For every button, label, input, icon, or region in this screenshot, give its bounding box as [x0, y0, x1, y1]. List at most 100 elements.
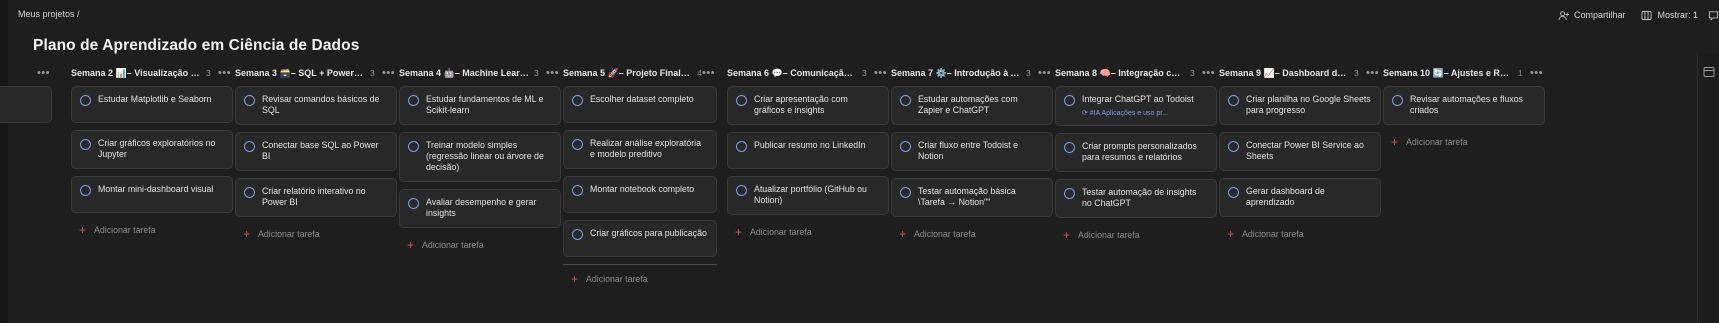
board-column: Semana 2 📊– Visualização de ... 3 ••• Estud… [71, 62, 233, 236]
add-task-button[interactable]: + Adicionar tarefa [563, 264, 717, 285]
column-more-icon[interactable]: ••• [546, 67, 559, 79]
plus-icon: + [1227, 227, 1235, 241]
task-card[interactable]: Revisar automações e fluxos criados [1383, 86, 1545, 125]
task-label-tag[interactable]: ⟳ #IA Aplicações e uso pr... [1082, 109, 1208, 117]
complete-task-checkbox[interactable] [900, 141, 911, 152]
breadcrumb[interactable]: Meus projetos / [18, 9, 80, 19]
column-header[interactable]: Semana 9 📈– Dashboard de P... 3 ••• [1219, 62, 1381, 84]
column-more-icon[interactable]: ••• [702, 67, 715, 79]
task-card[interactable]: Treinar modelo simples (regressão linear… [399, 132, 561, 182]
column-more-icon[interactable]: ••• [1530, 67, 1543, 79]
task-card[interactable]: Testar automação básica \Tarefa → Notion… [891, 178, 1053, 217]
complete-task-checkbox[interactable] [572, 95, 583, 106]
column-header[interactable]: Semana 5 🚀– Projeto Final de... 4 ••• [563, 62, 717, 84]
complete-task-checkbox[interactable] [1392, 95, 1403, 106]
task-card[interactable]: Revisar comandos básicos de SQL [235, 86, 397, 125]
complete-task-checkbox[interactable] [408, 95, 419, 106]
task-title: Gerar dashboard de aprendizado [1246, 186, 1325, 207]
board-column: Semana 6 💬– Comunicação e ... 3 ••• Criar a… [727, 62, 889, 238]
column-task-count: 1 [1518, 68, 1523, 78]
complete-task-checkbox[interactable] [408, 141, 419, 152]
complete-task-checkbox[interactable] [736, 95, 747, 106]
column-more-icon[interactable]: ••• [1202, 67, 1215, 79]
column-header[interactable]: Semana 3 🗃️– SQL + Power BI 3 ••• [235, 62, 397, 84]
task-card[interactable]: Criar apresentação com gráficos e insigh… [727, 86, 889, 125]
task-title: de [0, 94, 43, 105]
complete-task-checkbox[interactable] [244, 95, 255, 106]
task-content: Estudar Matplotlib e Seaborn [98, 94, 224, 105]
complete-task-checkbox[interactable] [80, 185, 91, 196]
panel-toggle-icon[interactable] [1703, 66, 1715, 78]
complete-task-checkbox[interactable] [1228, 141, 1239, 152]
task-card[interactable]: Publicar resumo no LinkedIn [727, 132, 889, 169]
complete-task-checkbox[interactable] [736, 141, 747, 152]
complete-task-checkbox[interactable] [80, 95, 91, 106]
board-column: Semana 10 🔄– Ajustes e Refi... 1 ••• Revisa… [1383, 62, 1545, 148]
task-card[interactable]: Avaliar desempenho e gerar insights [399, 189, 561, 228]
add-task-button[interactable]: + Adicionar tarefa [399, 235, 561, 251]
complete-task-checkbox[interactable] [736, 185, 747, 196]
column-header[interactable]: nd...1••• [0, 62, 52, 84]
plus-icon: + [407, 238, 415, 252]
show-options-button[interactable]: Mostrar: 1 [1641, 10, 1698, 21]
task-card[interactable]: Montar mini-dashboard visual [71, 176, 233, 213]
column-header[interactable]: Semana 2 📊– Visualização de ... 3 ••• [71, 62, 233, 84]
task-card[interactable]: Conectar base SQL ao Power BI [235, 132, 397, 171]
column-more-icon[interactable]: ••• [1038, 67, 1051, 79]
task-card[interactable]: Escolher dataset completo [563, 86, 717, 123]
column-more-icon[interactable]: ••• [37, 67, 50, 79]
task-card[interactable]: Estudar fundamentos de ML e Scikit-learn [399, 86, 561, 125]
complete-task-checkbox[interactable] [572, 139, 583, 150]
complete-task-checkbox[interactable] [900, 95, 911, 106]
complete-task-checkbox[interactable] [900, 187, 911, 198]
task-card[interactable]: Montar notebook completo [563, 176, 717, 213]
task-card[interactable]: Conectar Power BI Service ao Sheets [1219, 132, 1381, 171]
column-header[interactable]: Semana 8 🧠– Integração com... 3 ••• [1055, 62, 1217, 84]
task-card[interactable]: Atualizar portfólio (GitHub ou Notion) [727, 176, 889, 215]
task-card[interactable]: Criar gráficos para publicação [563, 220, 717, 257]
column-more-icon[interactable]: ••• [218, 67, 231, 79]
column-header[interactable]: Semana 6 💬– Comunicação e ... 3 ••• [727, 62, 889, 84]
complete-task-checkbox[interactable] [244, 141, 255, 152]
task-card[interactable]: de [0, 86, 52, 123]
task-title: Publicar resumo no LinkedIn [754, 140, 866, 150]
complete-task-checkbox[interactable] [1064, 188, 1075, 199]
task-card[interactable]: Testar automação de insights no ChatGPT [1055, 179, 1217, 218]
add-task-button[interactable]: + Adicionar tarefa [235, 224, 397, 240]
complete-task-checkbox[interactable] [1064, 142, 1075, 153]
column-more-icon[interactable]: ••• [874, 67, 887, 79]
complete-task-checkbox[interactable] [1228, 95, 1239, 106]
add-task-button[interactable]: + Adicionar tarefa [1383, 132, 1545, 148]
complete-task-checkbox[interactable] [408, 198, 419, 209]
complete-task-checkbox[interactable] [80, 139, 91, 150]
complete-task-checkbox[interactable] [1228, 187, 1239, 198]
add-task-button[interactable]: + Adicionar tarefa [891, 224, 1053, 240]
task-card[interactable]: Estudar automações com Zapier e ChatGPT [891, 86, 1053, 125]
task-card[interactable]: Integrar ChatGPT ao Todoist ⟳ #IA Aplicaç… [1055, 86, 1217, 126]
add-task-button[interactable]: + Adicionar tarefa [1055, 225, 1217, 241]
task-content: Estudar automações com Zapier e ChatGPT [918, 94, 1044, 116]
task-card[interactable]: Realizar análise exploratória e modelo p… [563, 130, 717, 169]
column-more-icon[interactable]: ••• [382, 67, 395, 79]
complete-task-checkbox[interactable] [1064, 95, 1075, 106]
top-actions: Compartilhar Mostrar: 1 [1542, 6, 1719, 24]
task-card[interactable]: Gerar dashboard de aprendizado [1219, 178, 1381, 217]
add-task-button[interactable]: + Adicionar tarefa [71, 220, 233, 236]
task-card[interactable]: Criar gráficos exploratórios no Jupyter [71, 130, 233, 169]
complete-task-checkbox[interactable] [572, 229, 583, 240]
add-task-button[interactable]: + Adicionar tarefa [1219, 224, 1381, 240]
task-card[interactable]: Criar relatório interativo no Power BI [235, 178, 397, 217]
complete-task-checkbox[interactable] [244, 187, 255, 198]
add-task-button[interactable]: + Adicionar tarefa [727, 222, 889, 238]
column-header[interactable]: Semana 10 🔄– Ajustes e Refi... 1 ••• [1383, 62, 1545, 84]
comments-button[interactable] [1708, 10, 1719, 21]
task-card[interactable]: Criar planilha no Google Sheets para pro… [1219, 86, 1381, 125]
column-more-icon[interactable]: ••• [1366, 67, 1379, 79]
column-header[interactable]: Semana 7 ⚙️– Introdução à A... 3 ••• [891, 62, 1053, 84]
column-header[interactable]: Semana 4 🤖– Machine Learni... 3 ••• [399, 62, 561, 84]
task-card[interactable]: Criar fluxo entre Todoist e Notion [891, 132, 1053, 171]
share-button[interactable]: Compartilhar [1558, 10, 1625, 21]
complete-task-checkbox[interactable] [572, 185, 583, 196]
task-card[interactable]: Criar prompts personalizados para resumo… [1055, 133, 1217, 172]
task-card[interactable]: Estudar Matplotlib e Seaborn [71, 86, 233, 123]
